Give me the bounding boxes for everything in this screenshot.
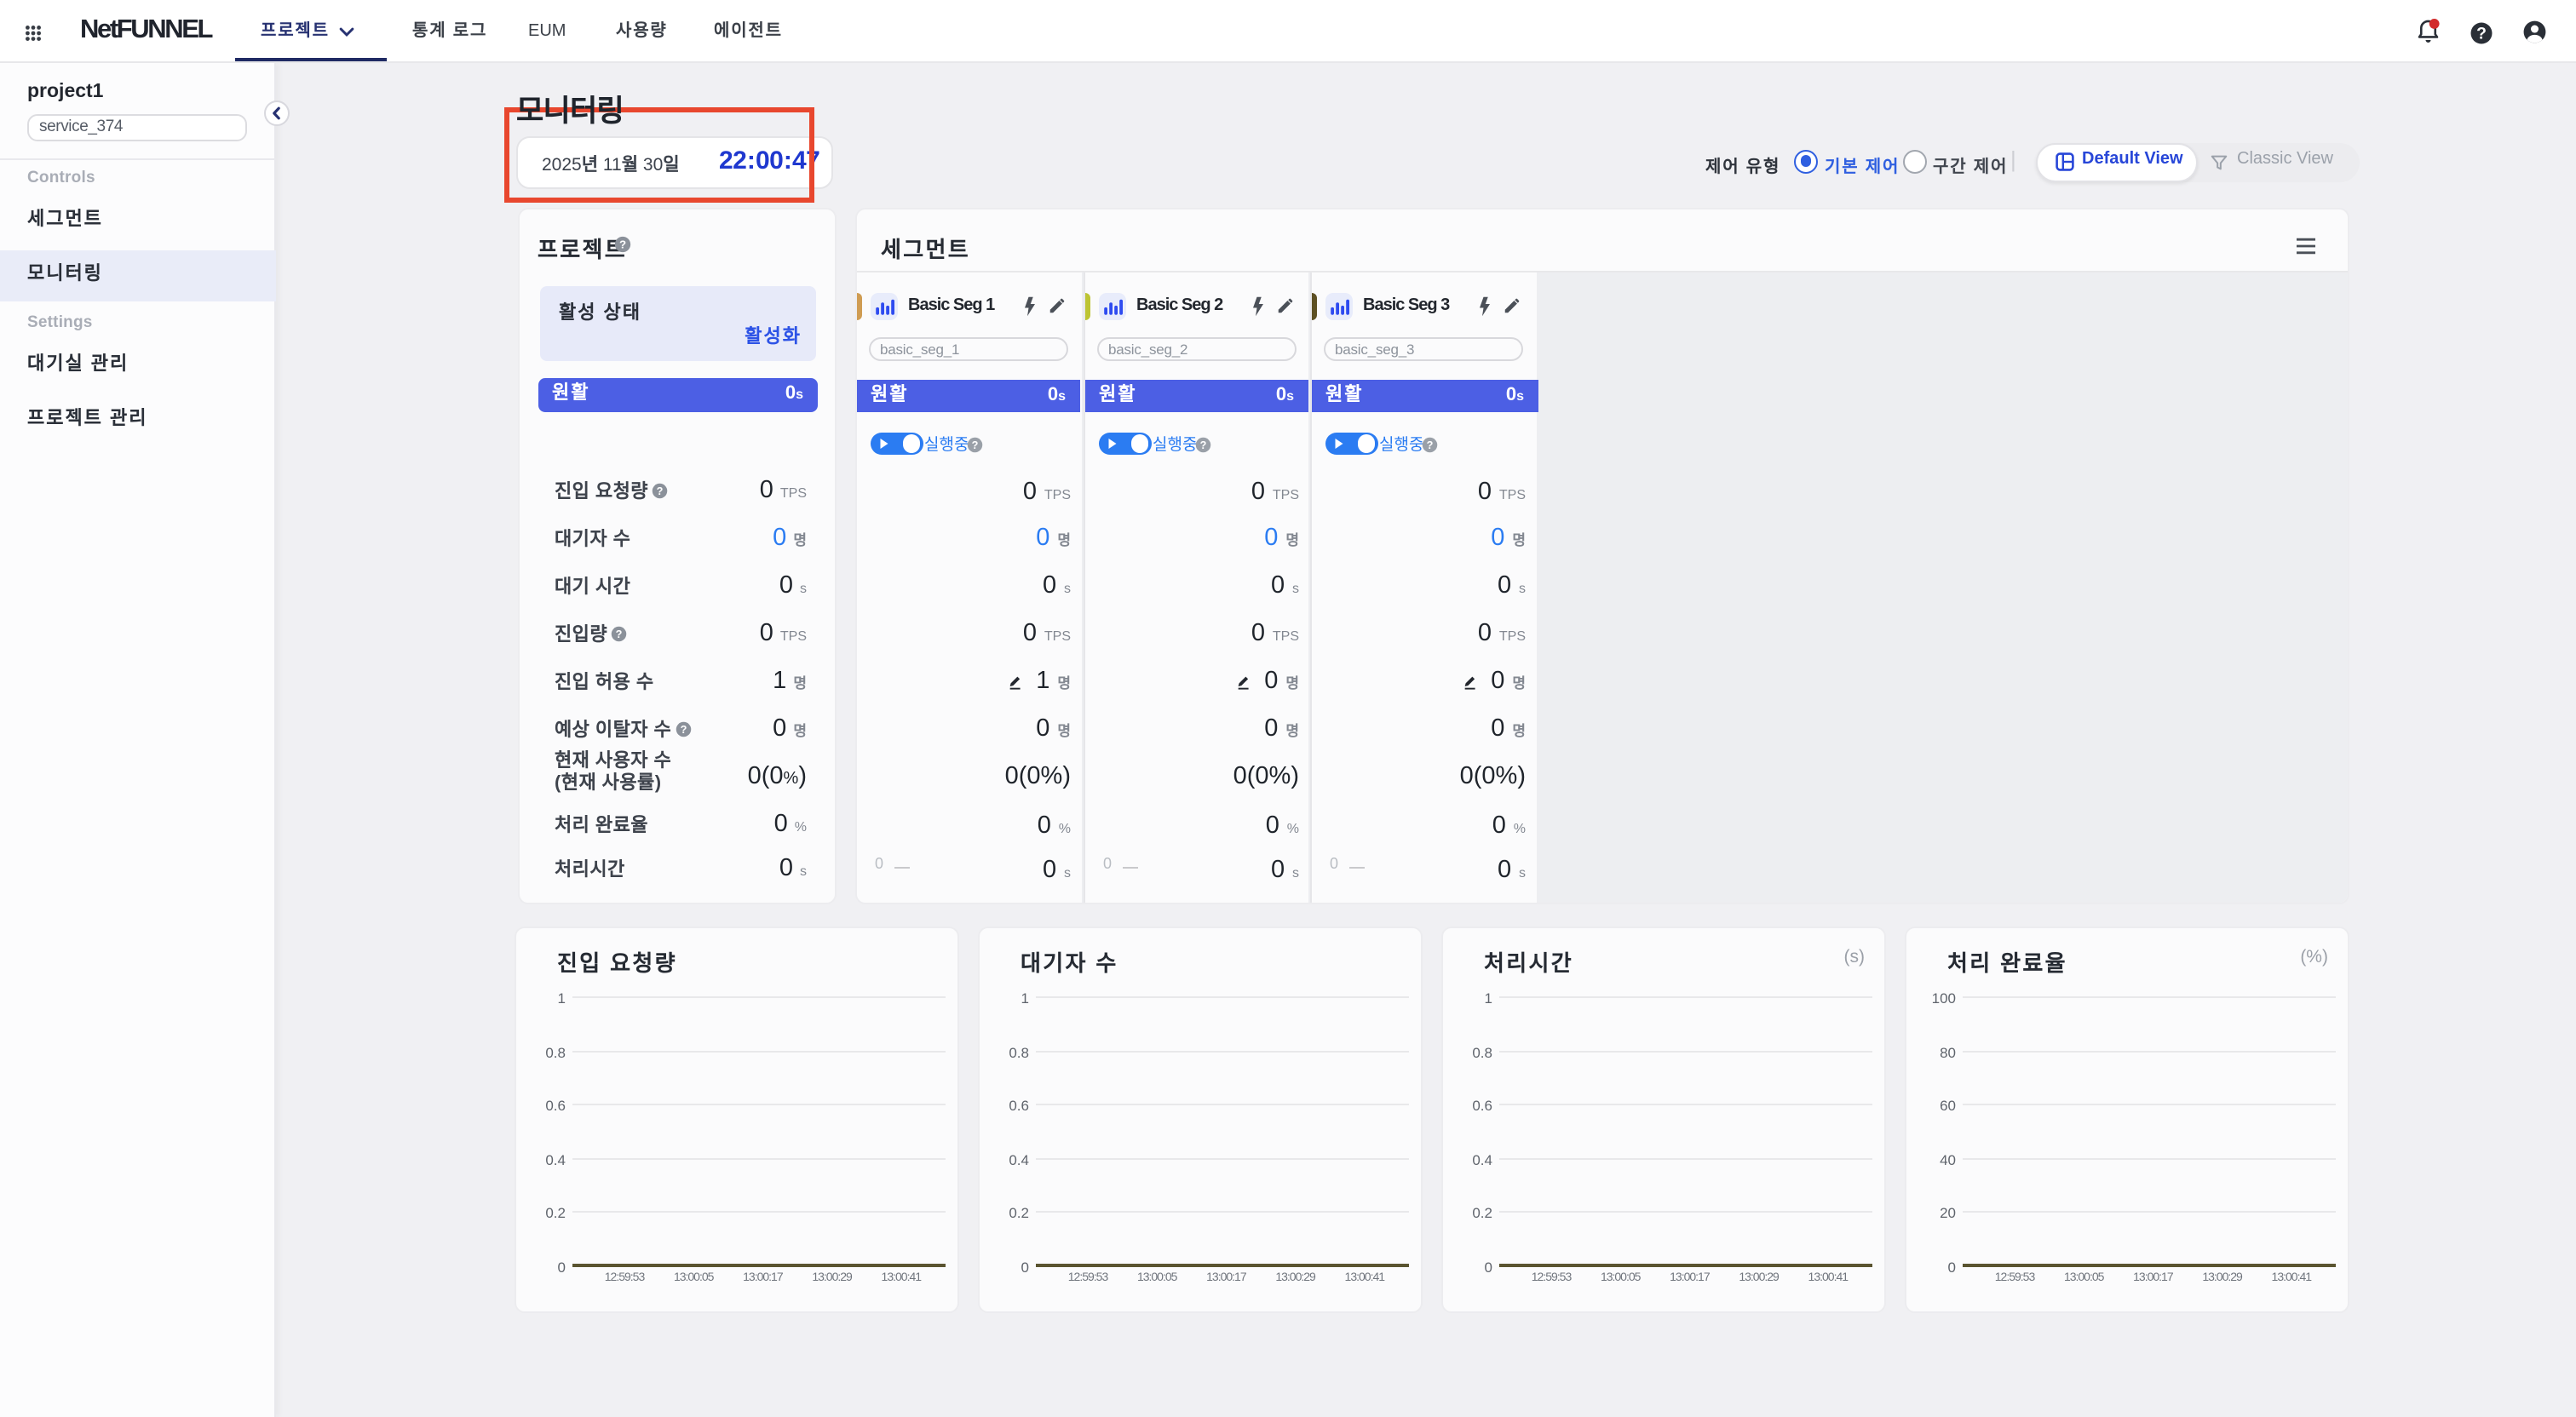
- svg-text:?: ?: [680, 724, 687, 736]
- svg-text:?: ?: [1200, 439, 1207, 450]
- svg-text:?: ?: [657, 485, 664, 497]
- svg-text:?: ?: [1427, 439, 1434, 450]
- svg-text:?: ?: [2475, 24, 2486, 43]
- svg-text:?: ?: [618, 238, 625, 251]
- svg-text:?: ?: [972, 439, 979, 450]
- svg-text:?: ?: [616, 628, 623, 640]
